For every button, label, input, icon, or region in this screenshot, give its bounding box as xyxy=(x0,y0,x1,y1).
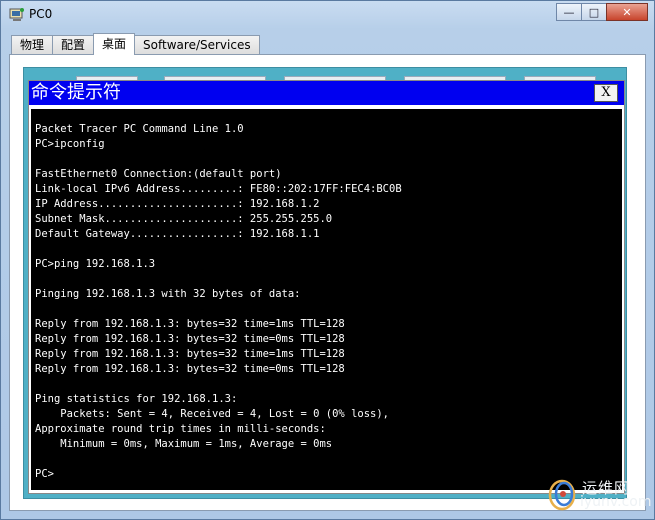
terminal-line: IP Address......................: 192.16… xyxy=(35,198,320,210)
terminal-line: PC> xyxy=(35,468,54,480)
terminal-line: Packet Tracer PC Command Line 1.0 xyxy=(35,123,244,135)
terminal-lines: Packet Tracer PC Command Line 1.0 PC>ipco… xyxy=(35,122,402,482)
terminal-line: Reply from 192.168.1.3: bytes=32 time=0m… xyxy=(35,363,345,375)
maximize-button[interactable]: □ xyxy=(581,3,607,21)
terminal-line: Ping statistics for 192.168.1.3: xyxy=(35,393,238,405)
terminal-line: PC>ping 192.168.1.3 xyxy=(35,258,156,270)
title-bar[interactable]: PC0 — □ ✕ xyxy=(1,1,654,29)
terminal-line: Pinging 192.168.1.3 with 32 bytes of dat… xyxy=(35,288,301,300)
terminal-line: Subnet Mask.....................: 255.25… xyxy=(35,213,333,225)
terminal-line: Reply from 192.168.1.3: bytes=32 time=1m… xyxy=(35,348,345,360)
tab-bar: 物理 配置 桌面 Software/Services xyxy=(11,33,260,55)
application-window: PC0 — □ ✕ 物理 配置 桌面 Software/Services 命令提… xyxy=(0,0,655,520)
tab-config[interactable]: 配置 xyxy=(52,35,95,55)
close-icon: ✕ xyxy=(622,5,632,19)
tab-software-services[interactable]: Software/Services xyxy=(134,35,260,55)
minimize-icon: — xyxy=(563,5,575,19)
watermark-url: iyunv.com xyxy=(580,494,652,510)
command-prompt-title-bar[interactable]: 命令提示符 X xyxy=(29,81,624,105)
terminal-line: Reply from 192.168.1.3: bytes=32 time=0m… xyxy=(35,333,345,345)
terminal-line: Link-local IPv6 Address.........: FE80::… xyxy=(35,183,402,195)
tab-physical[interactable]: 物理 xyxy=(11,35,54,55)
watermark-logo-icon xyxy=(548,479,576,511)
terminal-line: FastEthernet0 Connection:(default port) xyxy=(35,168,282,180)
tab-desktop[interactable]: 桌面 xyxy=(93,33,136,55)
command-prompt-close-button[interactable]: X xyxy=(594,84,618,102)
terminal-line: PC>ipconfig xyxy=(35,138,105,150)
window-controls: — □ ✕ xyxy=(556,3,648,21)
terminal-output[interactable]: Packet Tracer PC Command Line 1.0 PC>ipco… xyxy=(29,107,624,492)
window-title: PC0 xyxy=(29,7,53,21)
command-prompt-title: 命令提示符 xyxy=(31,82,121,103)
terminal-line: Default Gateway.................: 192.16… xyxy=(35,228,320,240)
watermark: 运维网 iyunv.com xyxy=(546,477,651,513)
maximize-icon: □ xyxy=(588,5,600,19)
terminal-line: Packets: Sent = 4, Received = 4, Lost = … xyxy=(35,408,390,420)
terminal-line: Minimum = 0ms, Maximum = 1ms, Average = … xyxy=(35,438,333,450)
minimize-button[interactable]: — xyxy=(556,3,582,21)
close-button[interactable]: ✕ xyxy=(606,3,648,21)
command-prompt-window: 命令提示符 X Packet Tracer PC Command Line 1.… xyxy=(28,80,625,494)
packet-tracer-pc-icon xyxy=(9,8,24,21)
terminal-line: Reply from 192.168.1.3: bytes=32 time=1m… xyxy=(35,318,345,330)
terminal-line: Approximate round trip times in milli-se… xyxy=(35,423,326,435)
